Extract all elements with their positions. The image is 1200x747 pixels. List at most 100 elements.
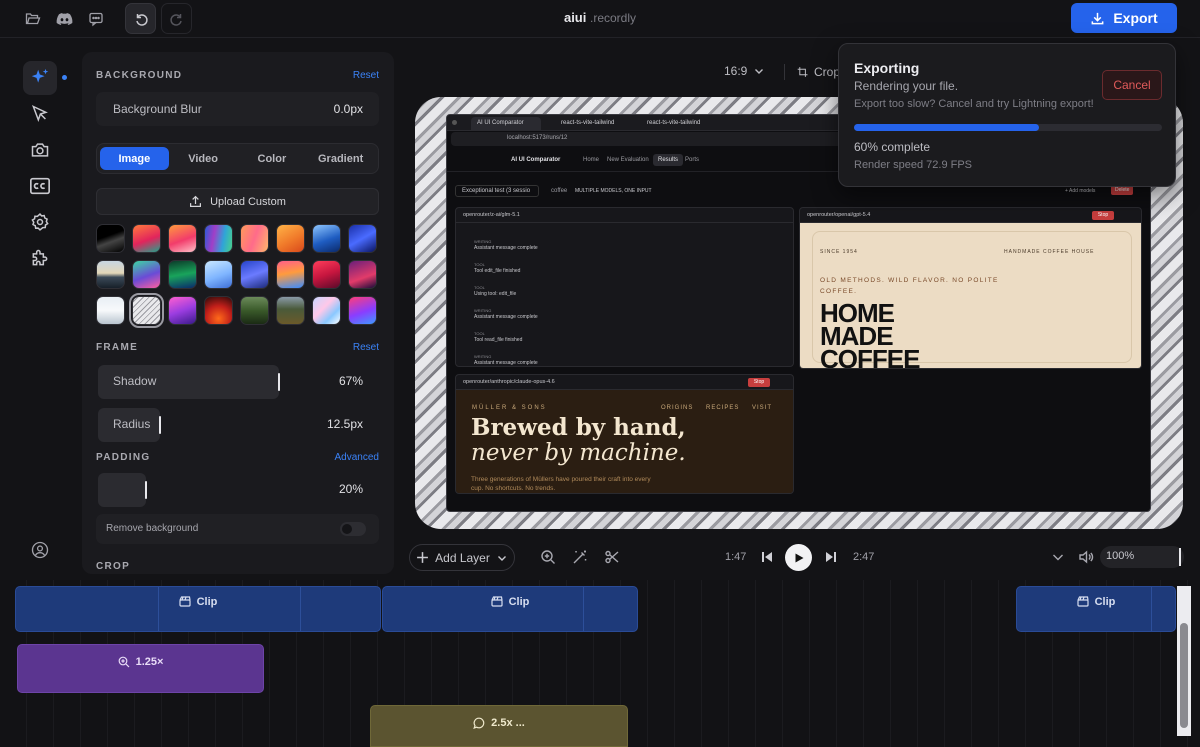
rail-camera[interactable] [23, 133, 57, 167]
crop-button[interactable]: Crop [784, 64, 840, 80]
wallpaper-swatch[interactable] [276, 260, 305, 289]
tab-gradient[interactable]: Gradient [306, 147, 375, 170]
upload-custom-label: Upload Custom [210, 195, 286, 208]
clip-divider [300, 587, 301, 631]
wallpaper-swatch[interactable] [276, 296, 305, 325]
clip-label: Clip [196, 596, 218, 608]
play-button[interactable] [785, 544, 812, 571]
captions-icon [30, 177, 50, 195]
hand-nav-item: ORIGINS [661, 405, 694, 411]
zoom-region[interactable]: 1.25× [17, 644, 264, 693]
timeline-clip[interactable]: Clip [382, 586, 638, 632]
wallpaper-swatch[interactable] [348, 260, 377, 289]
timeline-clip[interactable]: Clip [1016, 586, 1176, 632]
magic-wand-icon[interactable] [572, 549, 588, 565]
shadow-slider-knob[interactable] [278, 373, 280, 391]
upload-custom-button[interactable]: Upload Custom [96, 188, 379, 215]
speed-region-label: 2.5x ... [491, 717, 525, 729]
shadow-slider[interactable]: Shadow 67% [96, 364, 379, 400]
rail-captions[interactable] [23, 169, 57, 203]
timeline-scrollbar[interactable] [1177, 586, 1191, 736]
wallpaper-swatch[interactable] [168, 260, 197, 289]
radius-slider[interactable]: Radius 12.5px [96, 407, 379, 443]
zoom-in-icon[interactable] [540, 549, 556, 565]
aspect-ratio-select[interactable]: 16:9 [724, 64, 765, 78]
browser-tab: react-ts-vite-tailwind [647, 120, 701, 126]
zoom-slider-knob[interactable] [1179, 548, 1181, 566]
rail-cursor[interactable] [23, 97, 57, 131]
frame-reset-link[interactable]: Reset [353, 342, 379, 353]
background-blur-label: Background Blur [113, 102, 202, 116]
wallpaper-swatch[interactable] [132, 224, 161, 253]
render-speed-text: Render speed 72.9 FPS [854, 159, 973, 171]
wallpaper-swatch[interactable] [96, 296, 125, 325]
hand-head-2: never by machine. [471, 440, 686, 466]
clip-divider [1151, 587, 1152, 631]
skip-forward-icon[interactable] [823, 549, 839, 565]
remove-background-row: Remove background [96, 514, 379, 544]
padding-slider-knob[interactable] [145, 481, 147, 499]
add-layer-button[interactable]: Add Layer [409, 544, 515, 571]
cancel-export-button[interactable]: Cancel [1102, 70, 1162, 100]
log-text: Assistant message complete [474, 245, 538, 251]
tab-image[interactable]: Image [100, 147, 169, 170]
rail-plugins[interactable] [23, 241, 57, 275]
wallpaper-swatch[interactable] [96, 260, 125, 289]
wallpaper-swatch[interactable] [168, 296, 197, 325]
chevron-down-icon [497, 555, 506, 561]
add-models-button: + Add models [1065, 188, 1096, 194]
wallpaper-swatch[interactable] [312, 224, 341, 253]
wallpaper-swatch[interactable] [240, 296, 269, 325]
zoom-level-slider[interactable]: 100% [1100, 546, 1184, 568]
pane-header: openrouter/z-ai/glm-5.1 [456, 208, 793, 223]
wallpaper-swatch[interactable] [132, 260, 161, 289]
padding-value: 20% [338, 482, 363, 496]
timeline-clip[interactable]: Clip [15, 586, 381, 632]
app-suffix: .recordly [590, 11, 637, 25]
wallpaper-swatch[interactable] [240, 260, 269, 289]
speed-region[interactable]: 2.5x ... [370, 705, 628, 747]
gear-icon [31, 213, 49, 231]
tab-video[interactable]: Video [169, 147, 238, 170]
nav-item: New Evaluation [607, 157, 649, 163]
background-reset-link[interactable]: Reset [353, 70, 379, 81]
volume-icon[interactable] [1078, 549, 1094, 565]
wallpaper-swatch[interactable] [96, 224, 125, 253]
frame-section-title: FRAME [96, 342, 139, 353]
timeline-scrollbar-thumb[interactable] [1180, 623, 1188, 728]
wallpaper-swatch[interactable] [204, 296, 233, 325]
wallpaper-swatch[interactable] [276, 224, 305, 253]
wallpaper-swatch[interactable] [240, 224, 269, 253]
skip-back-icon[interactable] [759, 549, 775, 565]
clapperboard-icon [491, 596, 503, 607]
hand-nav-item: RECIPES [706, 405, 740, 411]
log-text: Tool read_file finished [474, 337, 523, 343]
background-blur-value: 0.0px [333, 102, 363, 116]
popup-note: Export too slow? Cancel and try Lightnin… [854, 98, 1094, 110]
chevron-down-icon[interactable] [1050, 549, 1066, 565]
wallpaper-swatch[interactable] [168, 224, 197, 253]
rail-account[interactable] [23, 533, 57, 567]
background-blur-row[interactable]: Background Blur 0.0px [96, 92, 379, 126]
tab-color[interactable]: Color [238, 147, 307, 170]
wallpaper-swatch[interactable] [312, 296, 341, 325]
wallpaper-swatch[interactable] [348, 296, 377, 325]
remove-background-toggle[interactable] [340, 522, 366, 536]
padding-advanced-link[interactable]: Advanced [335, 452, 379, 463]
wallpaper-swatch-selected[interactable] [129, 293, 164, 328]
wallpaper-swatch[interactable] [204, 224, 233, 253]
rail-settings[interactable] [23, 205, 57, 239]
model-pane: openrouter/openai/gpt-5.4 Stop SINCE 195… [799, 207, 1142, 369]
padding-slider[interactable]: 20% [96, 472, 379, 508]
pane-header: openrouter/openai/gpt-5.4 Stop [800, 208, 1141, 223]
wallpaper-swatch[interactable] [204, 260, 233, 289]
rail-effects[interactable] [23, 61, 57, 95]
test-select: Exceptional test (3 sessio [455, 185, 539, 197]
radius-slider-knob[interactable] [159, 416, 161, 434]
scissors-icon[interactable] [604, 549, 620, 565]
settings-panel: BACKGROUND Reset Background Blur 0.0px I… [82, 52, 394, 574]
wallpaper-swatch[interactable] [348, 224, 377, 253]
wallpaper-swatch[interactable] [312, 260, 341, 289]
export-button[interactable]: Export [1071, 3, 1177, 33]
home-brand: HANDMADE COFFEE HOUSE [1004, 249, 1095, 255]
